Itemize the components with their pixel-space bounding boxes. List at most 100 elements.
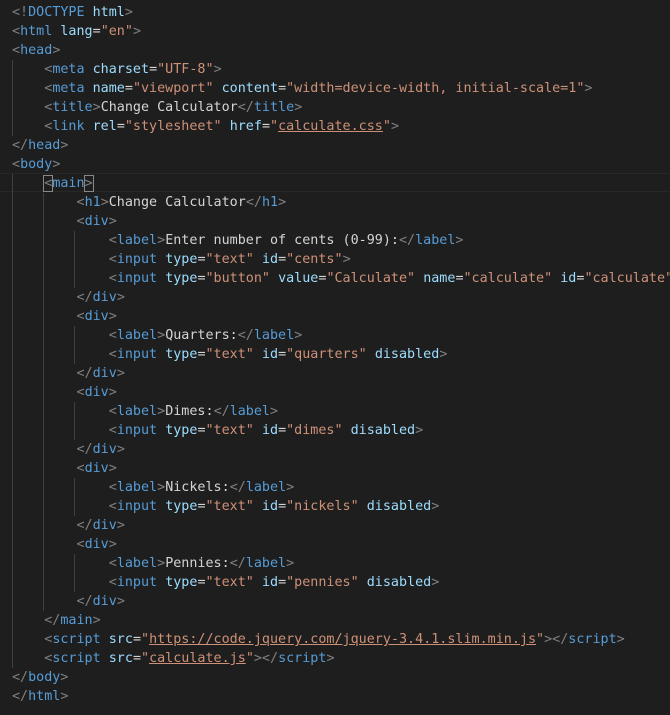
token-tag: label <box>116 328 158 343</box>
token-punct: > <box>116 518 125 533</box>
token-txt: = <box>197 347 206 362</box>
token-punct: ></ <box>544 632 569 647</box>
code-line: <label>Nickels:</label> <box>12 478 294 497</box>
token-txt: Change Calculator <box>108 195 246 210</box>
token-attr: disabled <box>350 423 416 438</box>
token-punct: ></ <box>253 651 279 666</box>
token-txt: = <box>278 81 287 96</box>
token-attr: id <box>261 575 279 590</box>
token-tag: head <box>28 138 61 153</box>
token-punct: > <box>286 480 295 495</box>
code-line: </div> <box>12 440 125 459</box>
token-tag: label <box>415 233 456 248</box>
code-line: <!DOCTYPE html> <box>12 3 133 22</box>
code-line: </div> <box>12 516 125 535</box>
code-line: <input type="button" value="Calculate" n… <box>12 269 670 288</box>
token-punct: > <box>431 499 440 514</box>
token-tag: main <box>52 176 85 191</box>
code-line: <link rel="stylesheet" href="calculate.c… <box>12 117 399 136</box>
token-txt: = <box>149 62 158 77</box>
token-punct: < <box>76 537 85 552</box>
token-tag: label <box>253 328 295 343</box>
token-str: "text" <box>205 347 254 362</box>
token-link: calculate.js <box>149 651 246 666</box>
token-punct: > <box>60 670 69 685</box>
token-str: "nickels" <box>286 499 359 514</box>
token-attr: content <box>221 81 279 96</box>
token-punct: < <box>108 328 117 343</box>
token-punct: > <box>326 651 335 666</box>
code-line: <div> <box>12 459 117 478</box>
token-attr: id <box>560 271 577 286</box>
token-tag: div <box>92 594 117 609</box>
token-txt: = <box>278 347 287 362</box>
token-punct: < <box>108 423 117 438</box>
token-str: "en" <box>100 24 133 39</box>
token-tag: label <box>245 556 287 571</box>
code-line: <label>Quarters:</label> <box>12 326 303 345</box>
token-punct: > <box>116 442 125 457</box>
code-line: <main> <box>12 174 94 193</box>
token-tag: input <box>116 347 158 362</box>
token-tag: title <box>52 100 93 115</box>
token-punct: < <box>76 214 85 229</box>
token-punct: > <box>294 100 303 115</box>
code-line: </head> <box>12 136 68 155</box>
token-attr: id <box>261 347 279 362</box>
token-punct: </ <box>237 100 254 115</box>
token-punct: > <box>616 632 625 647</box>
code-line: <meta charset="UTF-8"> <box>12 60 221 79</box>
token-punct: < <box>76 309 85 324</box>
token-txt: Nickels: <box>165 480 230 495</box>
token-punct: < <box>12 157 21 172</box>
token-punct: > <box>342 252 351 267</box>
code-line: <input type="text" id="cents"> <box>12 250 351 269</box>
token-punct: < <box>108 575 117 590</box>
token-punct: > <box>52 43 61 58</box>
token-link: https://code.jquery.com/jquery-3.4.1.sli… <box>149 632 537 647</box>
token-punct: > <box>390 119 399 134</box>
token-punct: > <box>157 233 166 248</box>
token-punct: > <box>60 689 69 704</box>
token-txt: = <box>124 81 133 96</box>
token-attr: value <box>278 271 319 286</box>
code-line: <label>Enter number of cents (0-99):</la… <box>12 231 464 250</box>
token-tag: link <box>52 119 85 134</box>
token-str: "dimes" <box>286 423 343 438</box>
token-punct: > <box>157 480 166 495</box>
token-tag: label <box>116 480 158 495</box>
token-punct: > <box>278 195 287 210</box>
token-attr: disabled <box>374 347 440 362</box>
token-punct: > <box>92 100 101 115</box>
token-punct: > <box>116 594 125 609</box>
code-editor[interactable]: <!DOCTYPE html> <html lang="en"> <head> <m… <box>0 0 670 715</box>
token-punct: < <box>108 233 117 248</box>
code-line: <div> <box>12 535 117 554</box>
token-tag: div <box>84 461 109 476</box>
token-attr: rel <box>92 119 117 134</box>
token-tag: label <box>116 233 158 248</box>
token-txt: = <box>92 24 101 39</box>
token-tag: input <box>116 252 158 267</box>
token-tag: input <box>116 423 158 438</box>
token-tag: h1 <box>261 195 279 210</box>
code-line: <label>Dimes:</label> <box>12 402 278 421</box>
token-tag: input <box>116 575 158 590</box>
token-txt: Quarters: <box>165 328 238 343</box>
token-txt: = <box>197 499 206 514</box>
token-punct: < <box>108 271 117 286</box>
token-tag: div <box>84 385 109 400</box>
